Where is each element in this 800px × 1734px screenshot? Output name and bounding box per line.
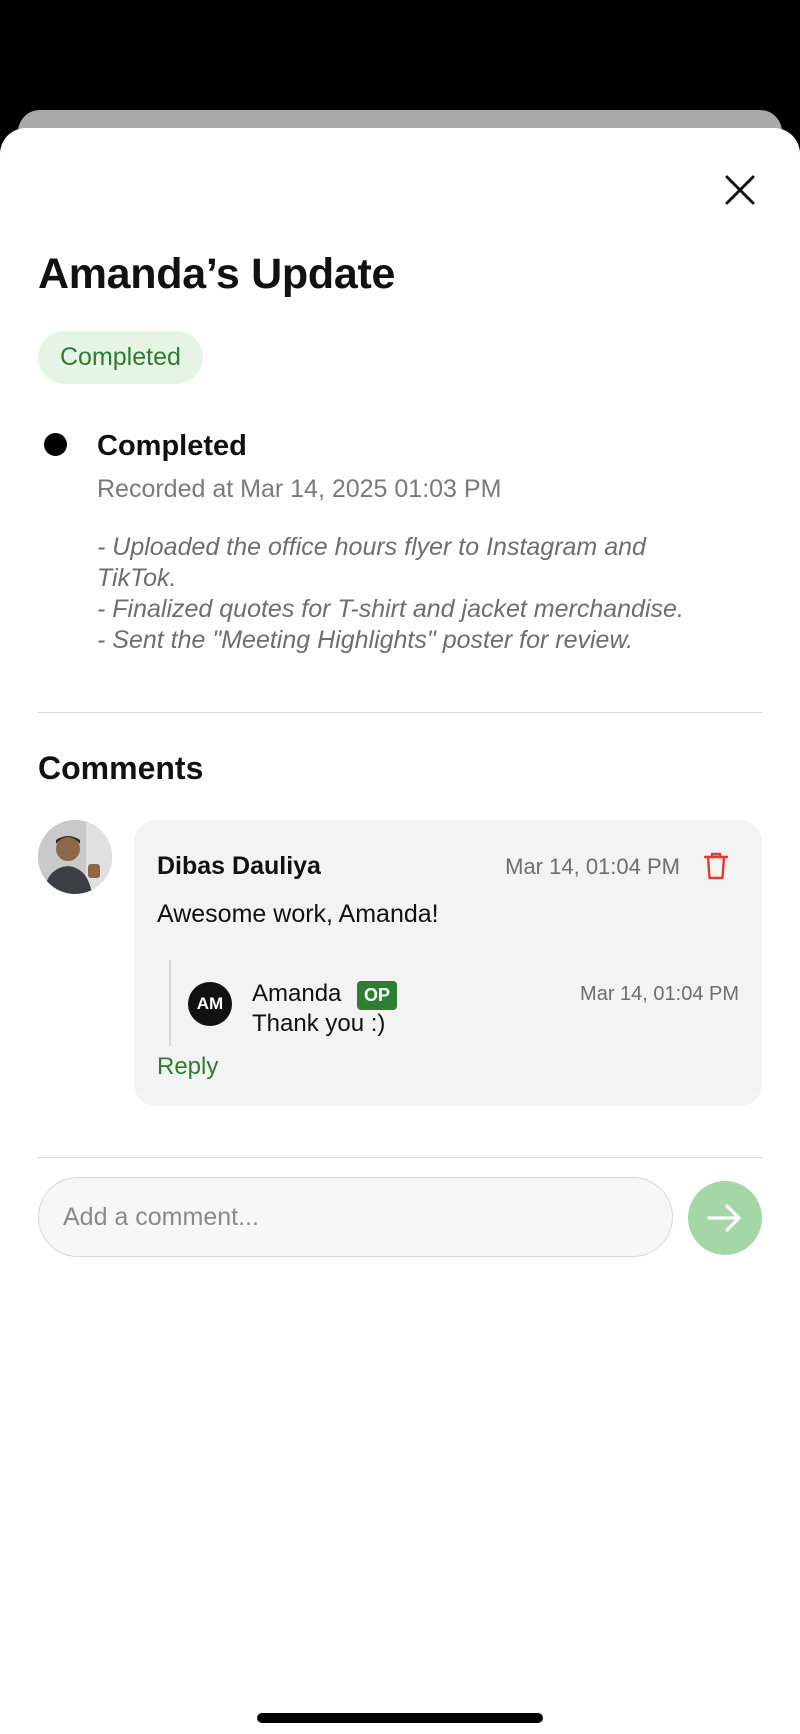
entry-note-line: - Finalized quotes for T-shirt and jacke… xyxy=(97,595,684,623)
reply-thread-line xyxy=(169,960,171,1046)
divider xyxy=(38,1157,762,1158)
delete-comment-button[interactable] xyxy=(700,849,732,883)
entry-note-line: - Sent the "Meeting Highlights" poster f… xyxy=(97,626,634,654)
reply-avatar: AM xyxy=(188,982,232,1026)
entry-note-line: - Uploaded the office hours flyer to Ins… xyxy=(97,533,646,561)
trash-icon xyxy=(704,852,728,880)
comment-timestamp: Mar 14, 01:04 PM xyxy=(505,854,680,879)
reply-text: Thank you :) xyxy=(252,1010,386,1037)
comment-card: Dibas Dauliya Mar 14, 01:04 PM Awesome w… xyxy=(134,820,762,1106)
close-button[interactable] xyxy=(720,170,760,210)
comments-heading: Comments xyxy=(38,750,204,786)
op-badge: OP xyxy=(357,981,398,1010)
avatar xyxy=(38,820,112,894)
comment-input[interactable] xyxy=(38,1177,673,1257)
entry-note-line: TikTok. xyxy=(97,564,177,592)
update-detail-sheet: Amanda’s Update Completed Completed Reco… xyxy=(0,128,800,1734)
user-photo-icon xyxy=(38,820,112,894)
reply-author: Amanda xyxy=(252,980,342,1007)
divider xyxy=(38,712,762,713)
entry-status: Completed xyxy=(97,430,247,462)
home-indicator xyxy=(257,1713,543,1723)
entry-recorded-time: Recorded at Mar 14, 2025 01:03 PM xyxy=(97,475,502,503)
arrow-right-icon xyxy=(707,1204,741,1232)
close-icon xyxy=(725,175,755,205)
comment-author: Dibas Dauliya xyxy=(157,852,321,880)
reply-button[interactable]: Reply xyxy=(157,1053,218,1081)
timeline-dot xyxy=(44,433,67,456)
send-comment-button[interactable] xyxy=(688,1181,762,1255)
comment-text: Awesome work, Amanda! xyxy=(157,900,439,928)
entry-notes: - Uploaded the office hours flyer to Ins… xyxy=(97,532,762,656)
reply-timestamp: Mar 14, 01:04 PM xyxy=(580,983,739,1005)
page-title: Amanda’s Update xyxy=(38,250,396,298)
status-badge: Completed xyxy=(38,331,203,384)
